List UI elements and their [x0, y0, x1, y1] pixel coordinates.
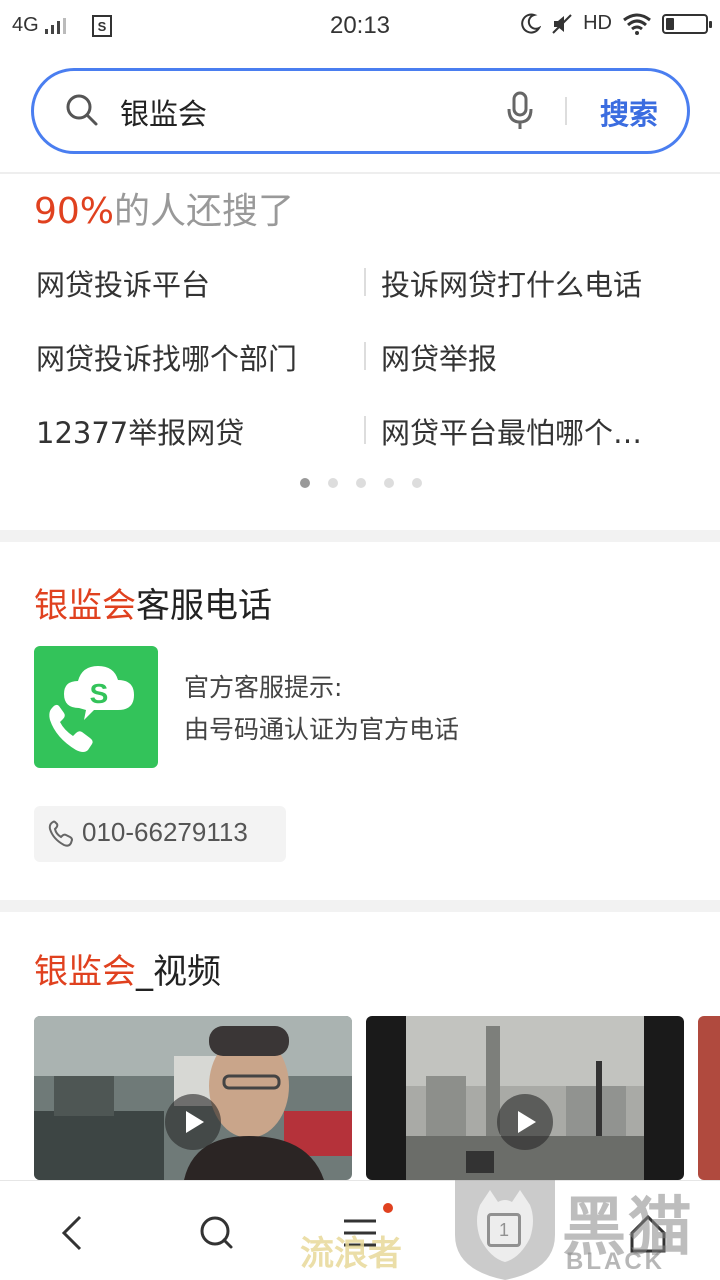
- black-cat-logo: [455, 1180, 555, 1280]
- carousel-dot[interactable]: [384, 478, 394, 488]
- carousel-dot[interactable]: [356, 478, 366, 488]
- video-card-title[interactable]: 银监会_视频: [34, 944, 221, 993]
- video-thumbnail-partial[interactable]: [698, 1016, 720, 1180]
- watermark-brand-en: BLACK CAT: [566, 1248, 665, 1280]
- related-search-item[interactable]: 12377举报网贷: [36, 410, 244, 452]
- header-divider: [0, 172, 720, 174]
- phone-icon: [48, 820, 74, 847]
- phone-cloud-icon: S: [49, 666, 134, 752]
- hao-ma-tong-logo: S: [34, 646, 158, 768]
- tip-body: 由号码通认证为官方电话: [184, 715, 460, 744]
- phone-number: 010-66279113: [82, 817, 248, 847]
- wifi-icon: [623, 13, 651, 35]
- battery-icon: [662, 13, 712, 34]
- phone-card-title-highlight: 银监会: [34, 586, 136, 626]
- related-search-item[interactable]: 网贷投诉平台: [36, 262, 210, 304]
- phone-number-chip[interactable]: 010-66279113: [34, 806, 286, 862]
- play-button[interactable]: [165, 1094, 221, 1150]
- carousel-dot[interactable]: [328, 478, 338, 488]
- hd-indicator: HD: [583, 12, 612, 34]
- carousel-dot[interactable]: [412, 478, 422, 488]
- phone-card-title-suffix: 客服电话: [136, 586, 272, 626]
- tip-title: 官方客服提示:: [184, 673, 343, 702]
- carousel-dot[interactable]: [300, 478, 310, 488]
- back-icon[interactable]: [44, 1209, 104, 1257]
- microphone-icon[interactable]: [506, 91, 534, 131]
- video-thumbnail[interactable]: [34, 1016, 352, 1180]
- related-separator: [364, 342, 366, 370]
- play-button[interactable]: [497, 1094, 553, 1150]
- search-nav-icon[interactable]: [186, 1209, 246, 1257]
- also-searched-title-suffix: 的人还搜了: [114, 191, 295, 232]
- search-separator: [565, 97, 567, 125]
- video-thumbnail[interactable]: [366, 1016, 684, 1180]
- watermark-text: 流浪者: [300, 1234, 402, 1274]
- related-search-item[interactable]: 网贷举报: [381, 336, 497, 378]
- also-searched-title: 90%的人还搜了: [34, 182, 294, 234]
- related-search-item[interactable]: 投诉网贷打什么电话: [381, 262, 642, 304]
- carousel-dots[interactable]: [300, 478, 422, 488]
- related-separator: [364, 268, 366, 296]
- related-search-item[interactable]: 网贷投诉找哪个部门: [36, 336, 297, 378]
- search-input[interactable]: 银监会: [120, 91, 207, 133]
- mute-icon: [552, 13, 572, 34]
- svg-text:S: S: [90, 678, 109, 709]
- notification-dot: [383, 1203, 393, 1213]
- also-searched-percent: 90%: [34, 191, 115, 232]
- status-right: HD: [521, 12, 712, 35]
- section-gap: [0, 530, 720, 542]
- section-gap: [0, 900, 720, 912]
- search-button[interactable]: 搜索: [600, 91, 658, 133]
- video-card-title-suffix: _视频: [136, 952, 221, 992]
- related-search-item[interactable]: 网贷平台最怕哪个…: [381, 410, 642, 452]
- phone-card-title[interactable]: 银监会客服电话: [34, 578, 272, 627]
- status-bar: 4G S 20:13 HD: [0, 0, 720, 52]
- search-icon: [66, 94, 98, 126]
- moon-icon: [521, 13, 542, 34]
- video-card-title-highlight: 银监会: [34, 952, 136, 992]
- search-bar[interactable]: 银监会 搜索: [31, 68, 690, 154]
- related-separator: [364, 416, 366, 444]
